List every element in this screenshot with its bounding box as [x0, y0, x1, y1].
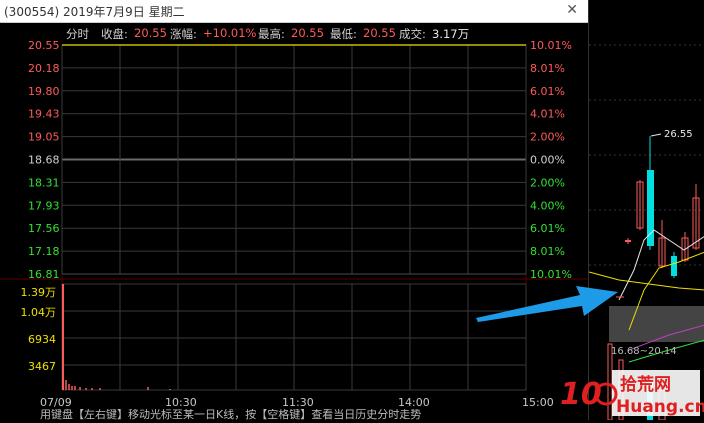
watermark-text-cn: 拾荒网: [620, 374, 671, 395]
arrow-shape: [476, 286, 618, 322]
watermark-text-en: Huang.cn: [616, 397, 704, 417]
annotation-arrow: [476, 286, 624, 322]
watermark-logo: 10 拾荒网 Huang.cn: [560, 368, 704, 420]
